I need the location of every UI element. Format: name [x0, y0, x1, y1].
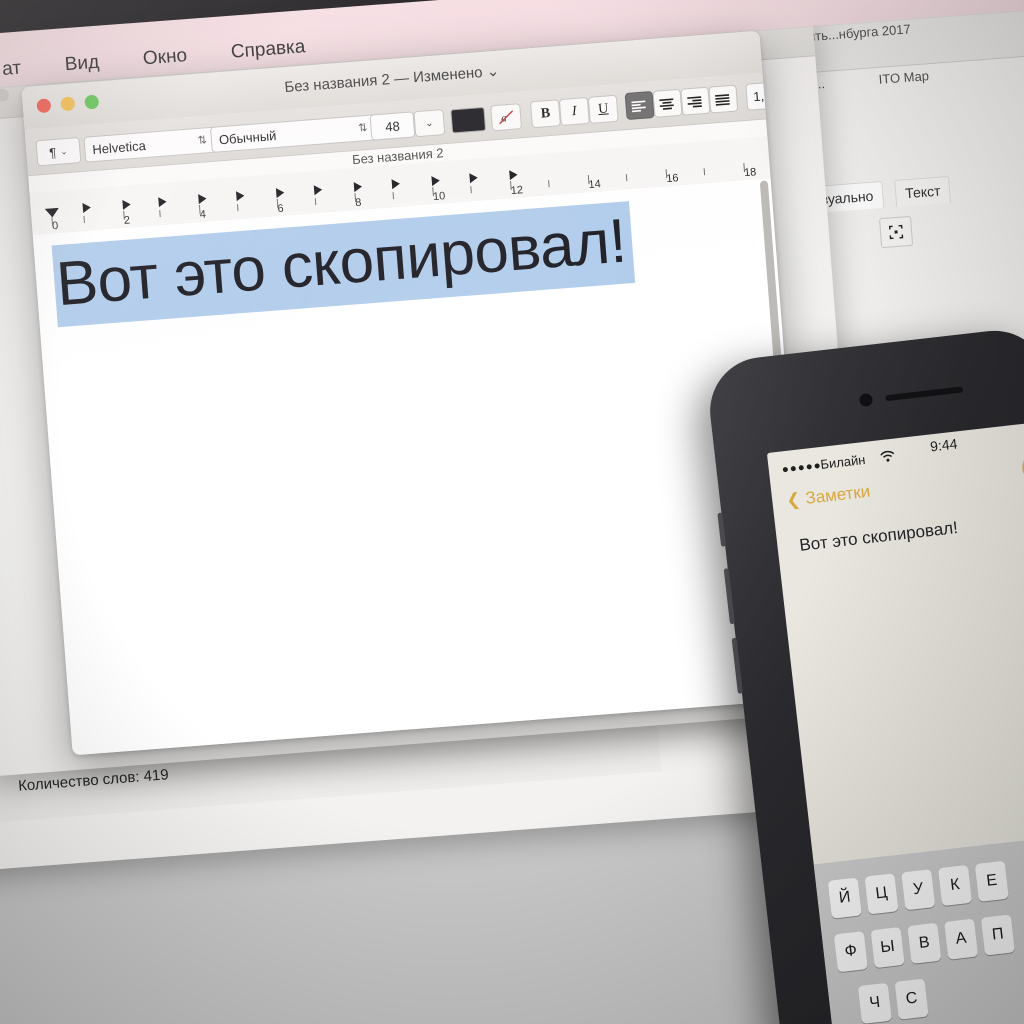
carrier-label: Билайн	[819, 452, 867, 473]
key[interactable]: Ч	[857, 982, 892, 1024]
font-size-input[interactable]: 48	[369, 111, 416, 141]
fullscreen-icon[interactable]	[879, 215, 914, 249]
tab-stop[interactable]	[391, 178, 401, 190]
tab-stop[interactable]	[122, 199, 132, 210]
tab-stop[interactable]	[275, 187, 285, 199]
key[interactable]: К	[937, 864, 973, 907]
key[interactable]: Й	[827, 877, 862, 919]
ruler-number: 16	[665, 172, 680, 186]
front-camera	[858, 392, 874, 408]
keyboard-row-3: Ч С	[857, 978, 929, 1024]
tab-stop[interactable]	[509, 169, 518, 181]
signal-strength-icon	[782, 463, 820, 473]
chevron-down-icon[interactable]: ⌄	[486, 63, 500, 81]
font-size-chevron-button[interactable]: ⌄	[413, 109, 446, 138]
key[interactable]: А	[944, 918, 979, 960]
status-time: 9:44	[929, 435, 959, 455]
tab-text[interactable]: Текст	[894, 175, 952, 207]
italic-label: I	[571, 103, 578, 119]
paragraph-style-button[interactable]: ¶ ⌄	[35, 137, 82, 167]
key[interactable]: У	[901, 869, 936, 911]
font-style-value: Обычный	[218, 127, 277, 147]
key[interactable]: Ф	[833, 931, 868, 973]
textedit-window-front[interactable]: Без названия 2 — Изменено ⌄ ¶ ⌄ Helvetica…	[21, 30, 811, 756]
text-color-swatch[interactable]	[450, 106, 487, 134]
bold-label: B	[540, 105, 551, 122]
align-right-icon[interactable]	[680, 86, 711, 116]
key[interactable]: П	[980, 914, 1015, 956]
underline-button[interactable]: U	[587, 94, 619, 124]
key[interactable]: Ы	[870, 926, 905, 969]
tab-stop[interactable]	[158, 196, 167, 208]
tab-stop[interactable]	[198, 193, 207, 205]
notes-back-label: Заметки	[804, 481, 872, 508]
textedit-page[interactable]: Вот это скопировал!	[32, 178, 811, 756]
align-justify-icon[interactable]	[708, 84, 739, 114]
tab-stop[interactable]	[313, 184, 323, 196]
tab-stop[interactable]	[469, 172, 479, 184]
ruler-number: 10	[432, 190, 446, 204]
tab-stop[interactable]	[431, 175, 441, 187]
chevron-left-icon: ❮	[785, 489, 802, 511]
menu-item-help[interactable]: Справка	[230, 36, 306, 64]
wifi-icon	[879, 450, 896, 467]
browser-tab[interactable]: ITO Map	[878, 68, 929, 87]
ruler-number: 12	[510, 184, 524, 198]
key[interactable]: С	[894, 978, 929, 1020]
earpiece-speaker	[885, 386, 964, 402]
clear-style-icon[interactable]: a	[490, 103, 523, 132]
align-center-icon[interactable]	[652, 88, 683, 118]
bold-button[interactable]: B	[529, 99, 561, 129]
key[interactable]: Е	[974, 860, 1009, 902]
key[interactable]: Ц	[864, 873, 899, 915]
font-family-value: Helvetica	[91, 137, 147, 157]
iphone-keyboard[interactable]: Й Ц У К Е Ф Ы В А П Ч С	[813, 830, 1024, 1024]
photo-stage: ☰edit ↻ е эксперты Куда сходить...нбурга…	[0, 0, 1024, 1024]
ruler-number: 18	[743, 166, 757, 180]
menu-item-window[interactable]: Окно	[142, 45, 188, 70]
keyboard-row-2: Ф Ы В А П	[833, 914, 1015, 973]
note-body-text[interactable]: Вот это скопировал!	[798, 518, 958, 556]
tab-stop[interactable]	[235, 190, 245, 202]
iphone-device: Билайн 9:44 ❮ Заметки Вот это скопировал…	[704, 325, 1024, 1024]
tab-stop[interactable]	[353, 181, 363, 193]
tab-stop[interactable]	[82, 202, 92, 214]
keyboard-row-1: Й Ц У К Е	[827, 860, 1009, 919]
chevron-down-icon: ⌄	[424, 117, 434, 129]
iphone-status-bar: Билайн 9:44	[768, 429, 1024, 485]
paragraph-icon: ¶	[48, 144, 57, 160]
ruler-number: 14	[588, 178, 602, 192]
menu-item-format[interactable]: ат	[1, 58, 21, 81]
align-left-icon[interactable]	[624, 90, 655, 121]
font-size-value: 48	[384, 117, 401, 135]
notes-back-button[interactable]: ❮ Заметки	[785, 482, 871, 511]
menu-item-view[interactable]: Вид	[64, 52, 100, 77]
key[interactable]: В	[907, 922, 942, 964]
underline-label: U	[597, 100, 609, 117]
italic-button[interactable]: I	[558, 96, 590, 127]
iphone-screen: Билайн 9:44 ❮ Заметки Вот это скопировал…	[766, 419, 1024, 1024]
